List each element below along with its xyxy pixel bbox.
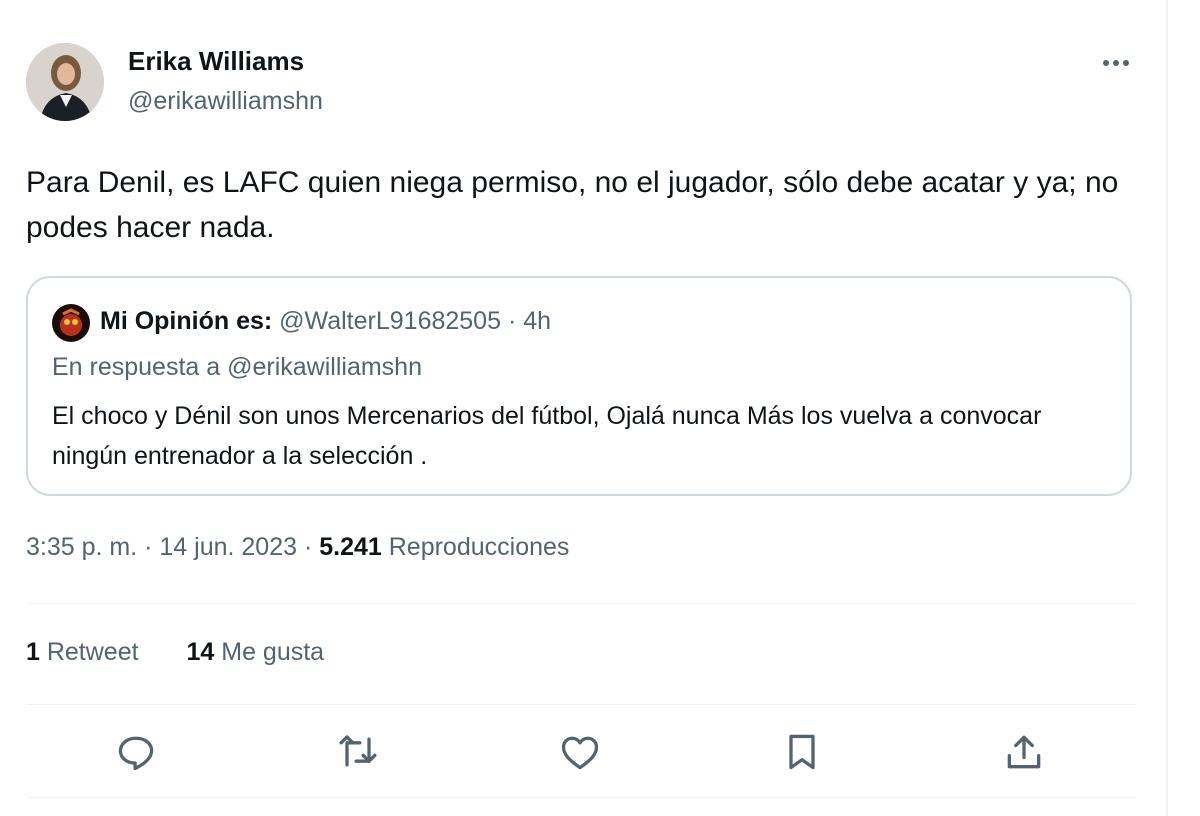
retweets-label: Retweet xyxy=(39,638,139,666)
divider xyxy=(26,603,1136,604)
tweet-time[interactable]: 3:35 p. m. xyxy=(26,533,137,561)
retweets-stat[interactable]: 1 Retweet xyxy=(26,638,139,666)
tweet-meta: 3:35 p. m. · 14 jun. 2023 · 5.241 Reprod… xyxy=(26,533,569,562)
quoted-header: Mi Opinión es: @WalterL91682505 · 4h xyxy=(100,307,551,336)
author-avatar[interactable] xyxy=(26,43,104,121)
meta-separator: · xyxy=(297,533,320,561)
more-options-button[interactable] xyxy=(1096,48,1136,78)
quoted-tweet[interactable]: Mi Opinión es: @WalterL91682505 · 4h En … xyxy=(26,276,1132,496)
quoted-author-handle[interactable]: @WalterL91682505 xyxy=(279,307,501,335)
likes-stat[interactable]: 14 Me gusta xyxy=(186,638,324,666)
author-name[interactable]: Erika Williams xyxy=(128,46,304,77)
heart-icon xyxy=(561,736,599,770)
views-label: Reproducciones xyxy=(381,533,570,561)
engagement-stats: 1 Retweet 14 Me gusta xyxy=(26,638,324,667)
quoted-separator: · xyxy=(501,307,524,335)
quoted-avatar xyxy=(52,304,90,342)
retweets-count: 1 xyxy=(26,638,40,666)
quoted-text: El choco y Dénil son unos Mercenarios de… xyxy=(52,402,1042,470)
views-count: 5.241 xyxy=(319,533,382,561)
tweet-text: Para Denil, es LAFC quien niega permiso,… xyxy=(26,166,1119,244)
divider xyxy=(26,704,1136,705)
like-button[interactable] xyxy=(558,730,602,774)
reply-button[interactable] xyxy=(114,730,158,774)
retweet-button[interactable] xyxy=(336,730,380,774)
share-button[interactable] xyxy=(1002,730,1046,774)
likes-count: 14 xyxy=(186,638,215,666)
tweet-date[interactable]: 14 jun. 2023 xyxy=(159,533,297,561)
quoted-author-name[interactable]: Mi Opinión es: xyxy=(100,307,272,335)
bookmark-button[interactable] xyxy=(780,730,824,774)
bookmark-icon xyxy=(789,734,815,770)
likes-label: Me gusta xyxy=(214,638,325,666)
author-handle[interactable]: @erikawilliamshn xyxy=(128,87,323,116)
tweet-page: Erika Williams @erikawilliamshn Para Den… xyxy=(0,0,1200,816)
more-icon xyxy=(1103,60,1129,66)
quoted-time[interactable]: 4h xyxy=(523,307,551,335)
quoted-reply-to: En respuesta a @erikawilliamshn xyxy=(52,353,422,381)
retweet-icon xyxy=(339,735,377,767)
divider xyxy=(26,797,1136,798)
column-border xyxy=(1166,0,1168,816)
meta-separator: · xyxy=(137,533,160,561)
share-icon xyxy=(1007,735,1041,769)
reply-icon xyxy=(118,736,154,771)
